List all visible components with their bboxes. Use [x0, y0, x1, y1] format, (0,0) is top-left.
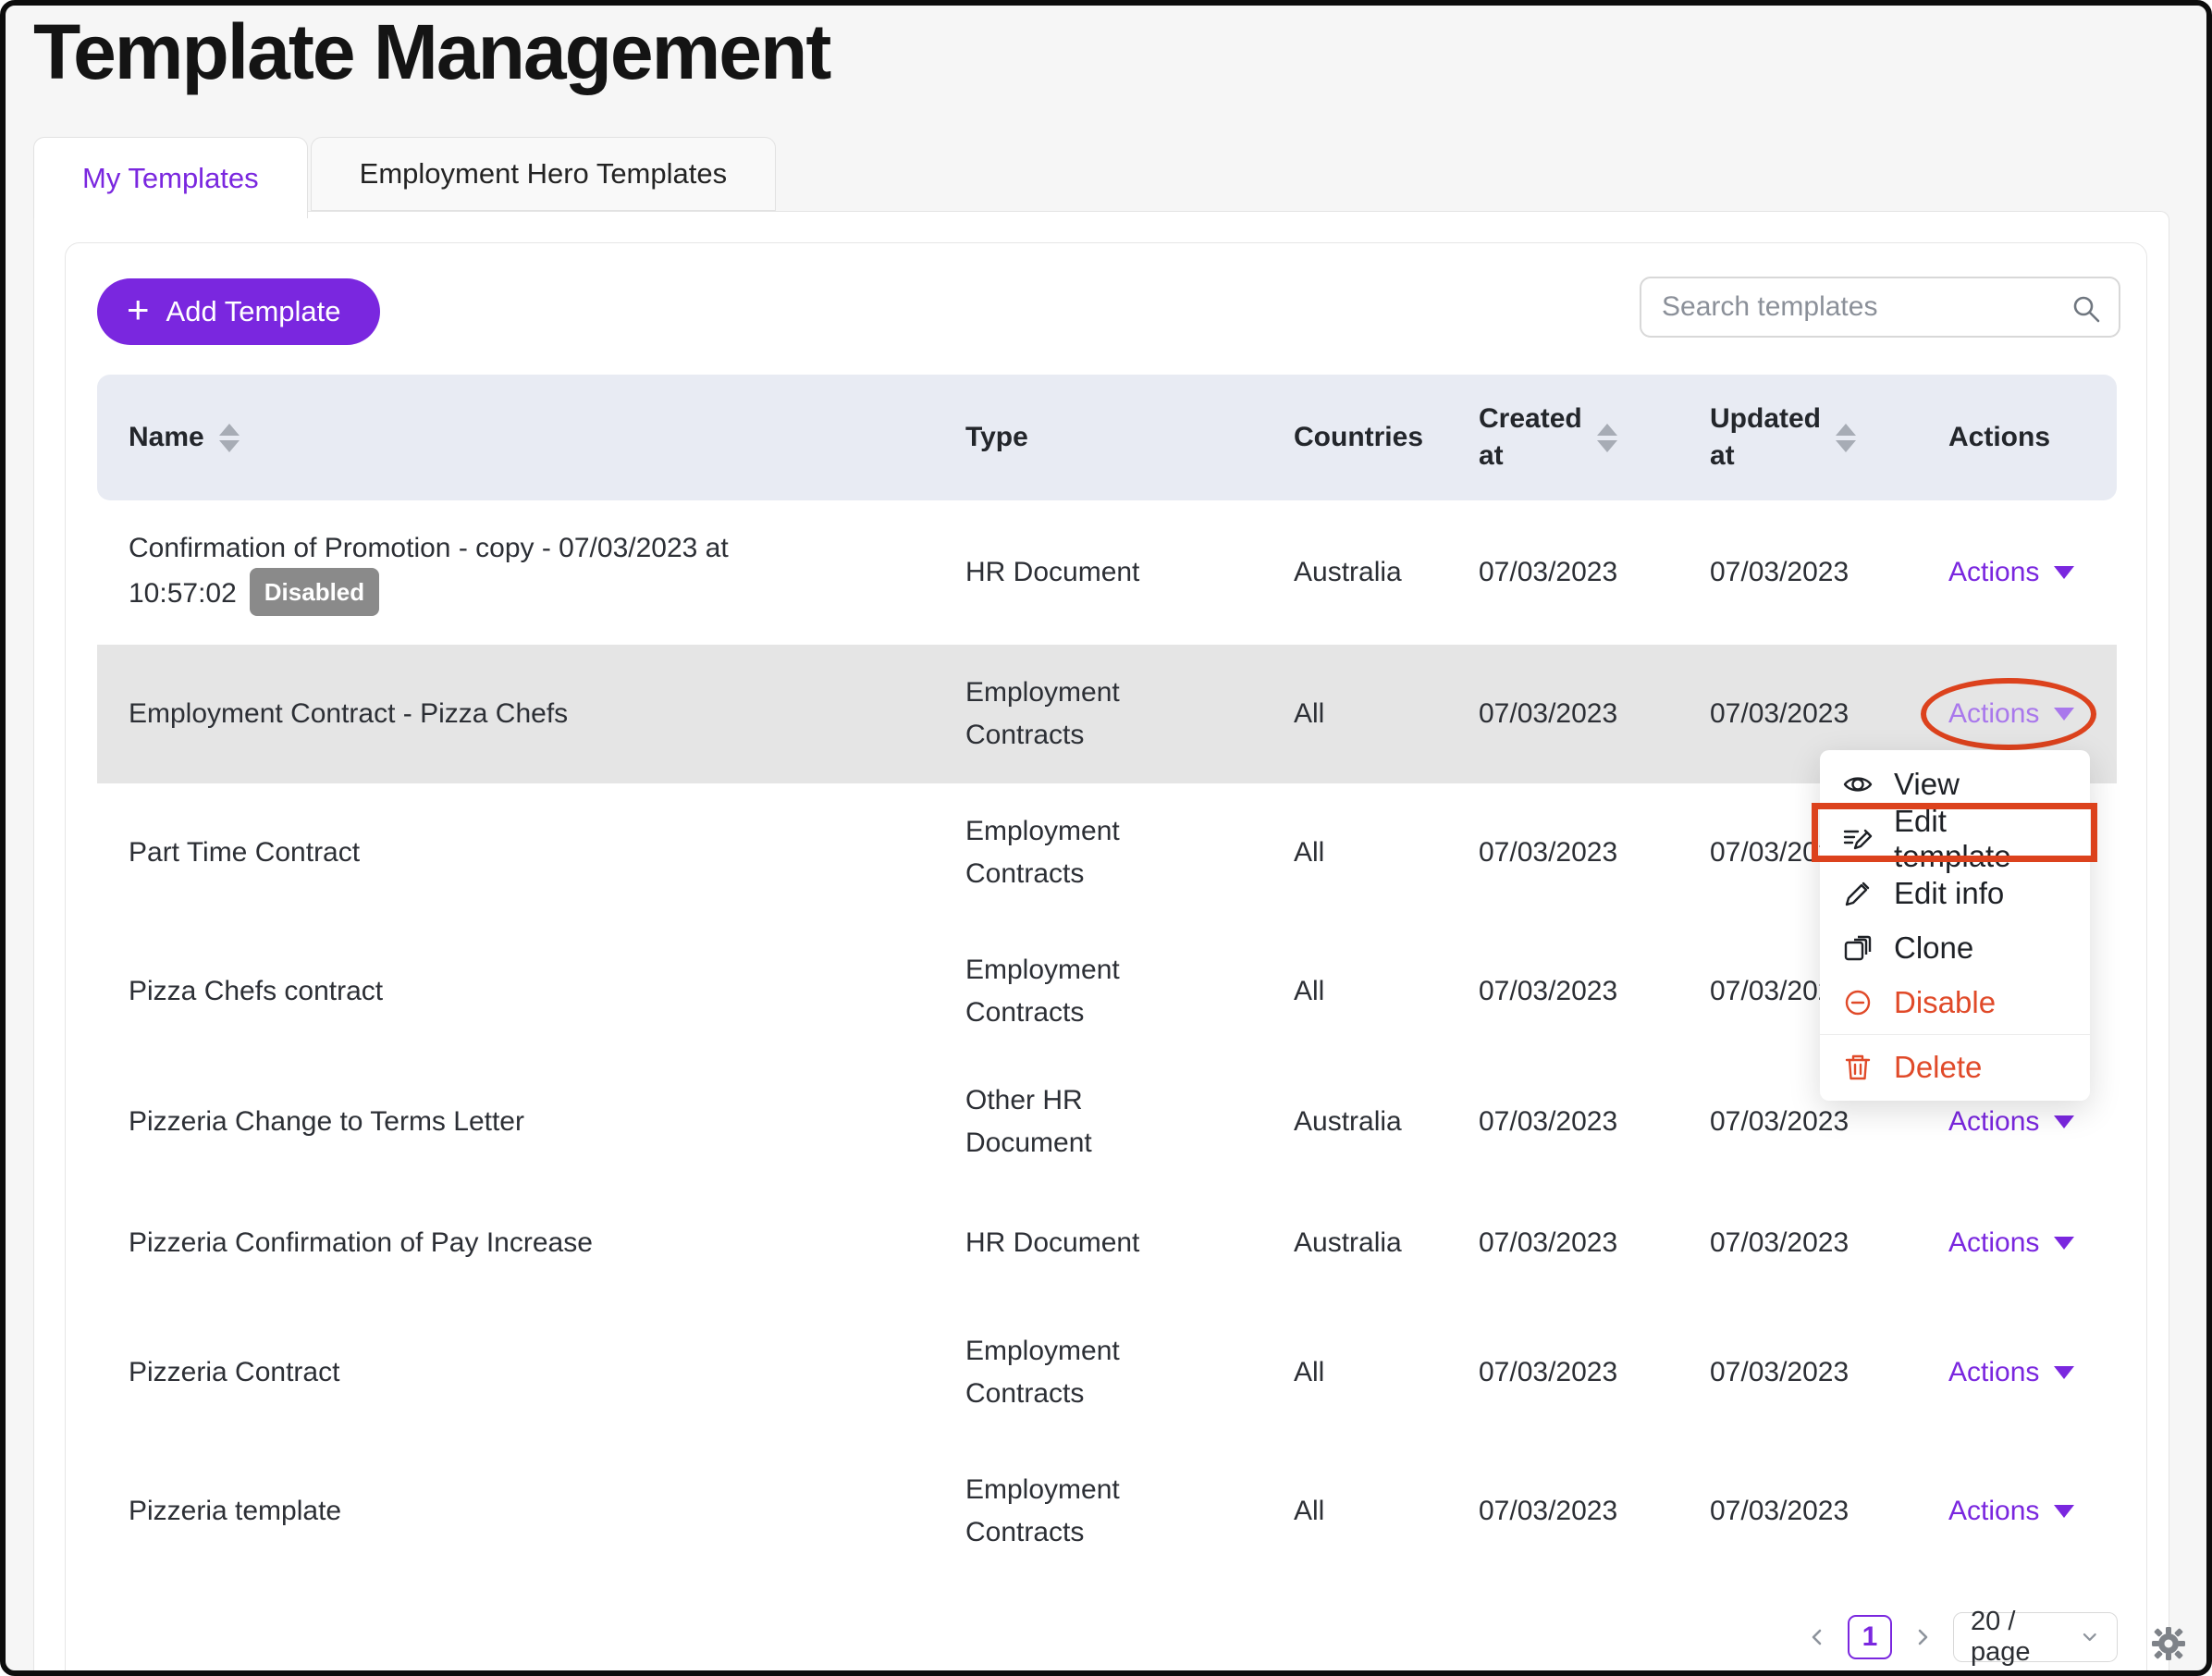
- sort-icon: [1836, 423, 1856, 452]
- templates-table: Name Type Countries Created at Updated a…: [97, 375, 2117, 1581]
- tab-bar: My Templates Employment Hero Templates: [33, 137, 777, 218]
- table-row: Pizzeria Confirmation of Pay Increase HR…: [97, 1183, 2117, 1303]
- column-header-actions: Actions: [1928, 375, 2117, 500]
- column-header-updated-at[interactable]: Updated at: [1697, 375, 1928, 500]
- tab-employment-hero-templates[interactable]: Employment Hero Templates: [310, 137, 777, 211]
- actions-dropdown-button[interactable]: Actions: [1948, 1351, 2075, 1395]
- sort-icon: [218, 423, 240, 452]
- pagination: 1 20 / page: [1805, 1607, 2118, 1667]
- table-row: Pizzeria Change to Terms Letter Other HR…: [97, 1061, 2117, 1183]
- table-row: Pizzeria template Employment Contracts A…: [97, 1442, 2117, 1581]
- tab-label: Employment Hero Templates: [359, 157, 728, 190]
- menu-item-clone[interactable]: Clone: [1820, 920, 2090, 975]
- status-badge: Disabled: [249, 568, 380, 617]
- table-row: Pizzeria Contract Employment Contracts A…: [97, 1303, 2117, 1442]
- column-header-countries: Countries: [1281, 375, 1466, 500]
- menu-item-edit-template[interactable]: Edit template: [1820, 804, 2090, 873]
- add-template-label: Add Template: [166, 295, 341, 327]
- settings-gear-icon[interactable]: [2147, 1622, 2190, 1670]
- chevron-down-icon: [2054, 1366, 2075, 1379]
- table-row: Confirmation of Promotion - copy - 07/03…: [97, 500, 2117, 645]
- chevron-down-icon: [2083, 1633, 2097, 1642]
- chevron-down-icon: [2054, 708, 2075, 721]
- previous-page-button[interactable]: [1805, 1625, 1829, 1649]
- template-name: Pizzeria Change to Terms Letter: [129, 1105, 524, 1137]
- next-page-button[interactable]: [1911, 1625, 1935, 1649]
- template-name: Pizzeria template: [129, 1495, 342, 1526]
- table-row-highlighted: Employment Contract - Pizza Chefs Employ…: [97, 645, 2117, 783]
- actions-dropdown-button-open[interactable]: Actions: [1921, 677, 2097, 751]
- chevron-left-icon: [1812, 1629, 1822, 1645]
- search-icon: [2073, 296, 2100, 323]
- table-header-row: Name Type Countries Created at Updated a…: [97, 375, 2117, 500]
- column-header-name[interactable]: Name: [97, 375, 952, 500]
- menu-item-delete[interactable]: Delete: [1820, 1040, 2090, 1094]
- table-row: Part Time Contract Employment Contracts …: [129, 815, 1849, 890]
- search-input[interactable]: [1662, 278, 2069, 336]
- sort-icon: [1596, 423, 1617, 452]
- chevron-down-icon: [2054, 1505, 2075, 1518]
- column-header-created-at[interactable]: Created at: [1466, 375, 1697, 500]
- column-header-type: Type: [952, 375, 1281, 500]
- chevron-down-icon: [2054, 566, 2075, 579]
- tab-label: My Templates: [82, 161, 259, 194]
- pencil-icon: [1845, 881, 1870, 906]
- plus-icon: +: [127, 288, 150, 331]
- actions-dropdown-button[interactable]: Actions: [1948, 551, 2075, 595]
- template-name: Pizzeria Contract: [129, 1356, 340, 1387]
- template-name: Part Time Contract: [129, 836, 361, 868]
- table-row: Pizza Chefs contract Employment Contract…: [129, 954, 1849, 1029]
- page-number-current[interactable]: 1: [1848, 1615, 1892, 1659]
- tab-my-templates[interactable]: My Templates: [33, 137, 308, 218]
- template-name: Pizzeria Confirmation of Pay Increase: [129, 1226, 593, 1258]
- actions-dropdown-button[interactable]: Actions: [1948, 1101, 2075, 1144]
- menu-divider: [1820, 1034, 2090, 1035]
- chevron-down-icon: [2054, 1237, 2075, 1250]
- clone-icon: [1844, 935, 1872, 960]
- add-template-button[interactable]: + Add Template: [97, 278, 380, 345]
- trash-icon: [1845, 1054, 1871, 1079]
- menu-item-disable[interactable]: Disable: [1820, 975, 2090, 1029]
- actions-dropdown-button[interactable]: Actions: [1948, 1490, 2075, 1534]
- chevron-down-icon: [2054, 1115, 2075, 1128]
- actions-dropdown-button[interactable]: Actions: [1948, 1222, 2075, 1265]
- template-name: Employment Contract - Pizza Chefs: [129, 697, 569, 729]
- template-name: Pizza Chefs contract: [129, 975, 384, 1006]
- app-window: Template Management My Templates Employm…: [0, 0, 2212, 1676]
- page-size-select[interactable]: 20 / page: [1953, 1607, 2118, 1667]
- menu-item-edit-info[interactable]: Edit info: [1820, 866, 2090, 920]
- template-name: Confirmation of Promotion - copy - 07/03…: [129, 532, 729, 610]
- disable-icon: [1845, 990, 1871, 1015]
- edit-template-icon: [1843, 829, 1873, 849]
- chevron-right-icon: [1918, 1629, 1928, 1645]
- eye-icon: [1843, 776, 1873, 792]
- search-box: [1640, 277, 2120, 338]
- page-title: Template Management: [33, 8, 831, 95]
- actions-dropdown-menu: View Edit template Edit info Clone Disab…: [1812, 750, 2097, 1101]
